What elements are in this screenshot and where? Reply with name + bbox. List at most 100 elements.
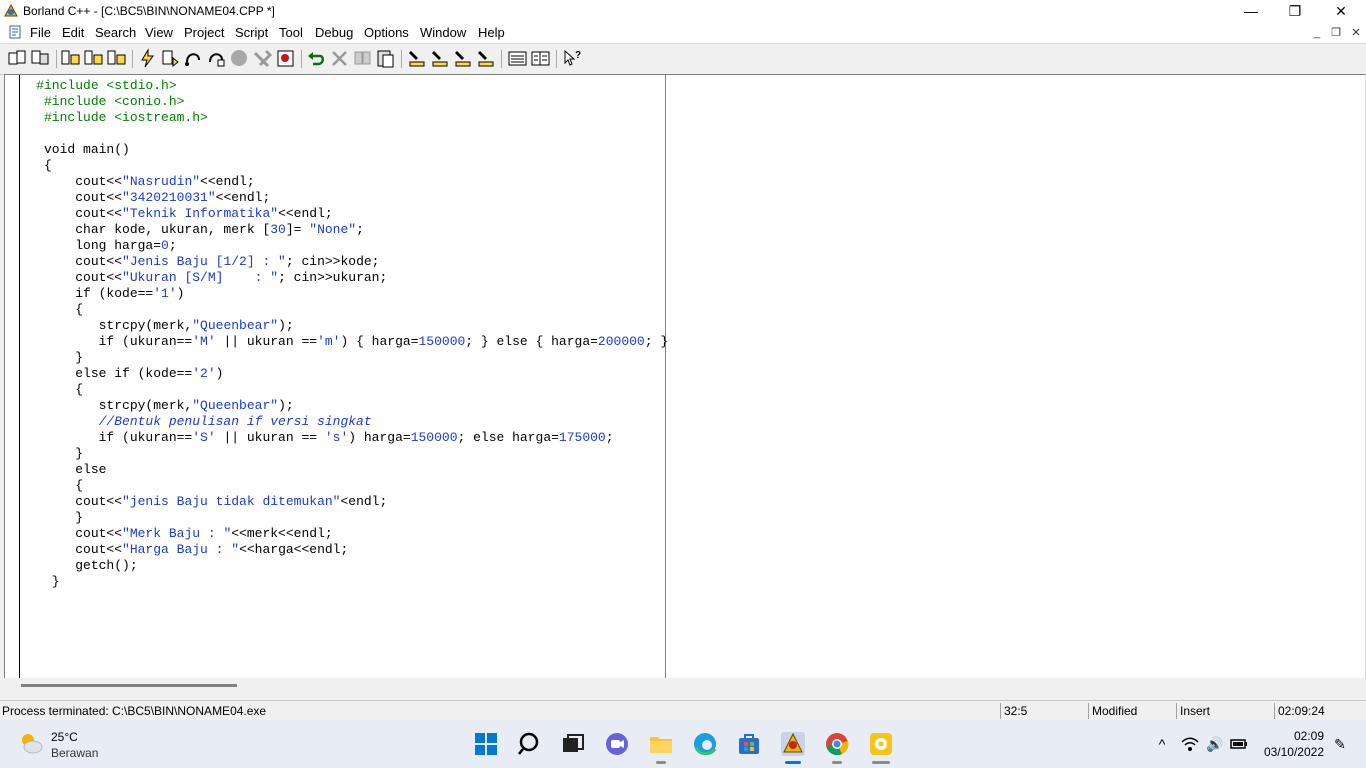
code-line[interactable]: } <box>5 350 668 366</box>
mdi-minimize-button[interactable]: _ <box>1310 26 1324 40</box>
code-line[interactable]: } <box>5 510 668 526</box>
menu-file[interactable]: File <box>30 25 51 40</box>
code-line[interactable]: strcpy(merk,"Queenbear"); <box>5 318 668 334</box>
menu-view[interactable]: View <box>145 25 173 40</box>
volume-icon[interactable]: 🔊 <box>1206 735 1224 753</box>
string-literal: "None" <box>309 222 357 237</box>
menu-options[interactable]: Options <box>364 25 409 40</box>
chrome-icon[interactable] <box>823 730 851 758</box>
tray-chevron-icon[interactable]: ^ <box>1153 735 1171 753</box>
scrollbar-thumb[interactable] <box>21 684 237 687</box>
toolbar-separator <box>501 50 502 68</box>
file-explorer-icon[interactable] <box>647 730 675 758</box>
edge-browser-icon[interactable] <box>691 730 719 758</box>
menu-debug[interactable]: Debug <box>315 25 353 40</box>
code-line[interactable]: cout<<"Teknik Informatika"<<endl; <box>5 206 668 222</box>
step-into-icon[interactable] <box>160 48 181 69</box>
code-line[interactable]: cout<<"Ukuran [S/M] : "; cin>>ukuran; <box>5 270 668 286</box>
borland-app-icon[interactable] <box>3 3 19 19</box>
code-line[interactable]: } <box>5 446 668 462</box>
build-icon[interactable] <box>60 48 81 69</box>
code-line[interactable]: { <box>5 158 668 174</box>
search-icon[interactable] <box>516 730 544 758</box>
borland-taskbar-icon[interactable] <box>779 730 807 758</box>
horizontal-scrollbar[interactable] <box>4 678 1364 700</box>
save-project-icon[interactable] <box>30 48 51 69</box>
step-over-icon[interactable] <box>183 48 204 69</box>
code-line[interactable]: if (kode=='1') <box>5 286 668 302</box>
media-player-icon[interactable] <box>867 730 895 758</box>
task-view-icon[interactable] <box>559 730 587 758</box>
compile-icon[interactable] <box>106 48 127 69</box>
battery-icon[interactable] <box>1230 735 1248 753</box>
code-line[interactable]: cout<<"Merk Baju : "<<merk<<endl; <box>5 526 668 542</box>
code-line[interactable]: char kode, ukuran, merk [30]= "None"; <box>5 222 668 238</box>
code-line[interactable]: //Bentuk penulisan if versi singkat <box>5 414 668 430</box>
maximize-button[interactable]: ❐ <box>1272 0 1318 22</box>
menu-edit[interactable]: Edit <box>62 25 84 40</box>
status-modified: Modified <box>1088 703 1176 719</box>
message-window-icon[interactable] <box>507 48 528 69</box>
code-line[interactable]: cout<<"Nasrudin"<<endl; <box>5 174 668 190</box>
code-line[interactable]: strcpy(merk,"Queenbear"); <box>5 398 668 414</box>
context-help-icon[interactable]: ? <box>561 48 582 69</box>
undo-icon[interactable] <box>306 48 327 69</box>
code-text: ) harga= <box>348 430 411 445</box>
weather-description[interactable]: Berawan <box>51 746 98 760</box>
search-again-icon[interactable] <box>452 48 473 69</box>
code-line[interactable]: long harga=0; <box>5 238 668 254</box>
make-icon[interactable] <box>83 48 104 69</box>
string-literal: "Jenis Baju [1/2] : " <box>122 254 286 269</box>
notification-pen-icon[interactable]: ✎ <box>1331 735 1349 753</box>
code-line[interactable]: { <box>5 478 668 494</box>
code-line[interactable]: { <box>5 382 668 398</box>
code-line[interactable]: else if (kode=='2') <box>5 366 668 382</box>
clock-date[interactable]: 03/10/2022 <box>1262 745 1324 759</box>
clock-time[interactable]: 02:09 <box>1262 729 1324 743</box>
code-line[interactable]: #include <iostream.h> <box>5 110 668 126</box>
code-line[interactable]: #include <stdio.h> <box>5 78 668 94</box>
weather-temperature[interactable]: 25°C <box>51 730 78 744</box>
wifi-icon[interactable] <box>1181 735 1199 753</box>
menu-search[interactable]: Search <box>95 25 136 40</box>
run-icon[interactable] <box>137 48 158 69</box>
code-text: strcpy(merk, <box>5 398 193 413</box>
code-line[interactable]: } <box>5 574 668 590</box>
code-line[interactable]: cout<<"Harga Baju : "<<harga<<endl; <box>5 542 668 558</box>
document-icon[interactable] <box>8 24 24 40</box>
project-window-icon[interactable] <box>530 48 551 69</box>
code-line[interactable]: if (ukuran=='M' || ukuran =='m') { harga… <box>5 334 669 350</box>
breakpoint-icon[interactable] <box>275 48 296 69</box>
code-line[interactable] <box>5 126 668 142</box>
trace-icon[interactable] <box>206 48 227 69</box>
mdi-restore-button[interactable]: ❐ <box>1329 26 1343 40</box>
mdi-close-button[interactable]: ✕ <box>1349 26 1363 40</box>
menu-tool[interactable]: Tool <box>279 25 303 40</box>
code-line[interactable]: cout<<"Jenis Baju [1/2] : "; cin>>kode; <box>5 254 668 270</box>
open-project-icon[interactable] <box>7 48 28 69</box>
code-line[interactable]: void main() <box>5 142 668 158</box>
menu-help[interactable]: Help <box>478 25 505 40</box>
code-line[interactable]: cout<<"3420210031"<<endl; <box>5 190 668 206</box>
search-icon[interactable] <box>406 48 427 69</box>
browse-symbol-icon[interactable] <box>475 48 496 69</box>
paste-icon[interactable] <box>375 48 396 69</box>
minimize-button[interactable]: — <box>1228 0 1274 22</box>
code-line[interactable]: else <box>5 462 668 478</box>
microsoft-store-icon[interactable] <box>735 730 763 758</box>
code-line[interactable]: getch(); <box>5 558 668 574</box>
code-line[interactable]: cout<<"jenis Baju tidak ditemukan"<endl; <box>5 494 668 510</box>
close-button[interactable]: ✕ <box>1318 0 1364 22</box>
code-line[interactable]: { <box>5 302 668 318</box>
code-line[interactable]: #include <conio.h> <box>5 94 668 110</box>
windows-start-icon[interactable] <box>472 730 500 758</box>
code-line[interactable]: if (ukuran=='S' || ukuran == 's') harga=… <box>5 430 668 446</box>
replace-icon[interactable] <box>429 48 450 69</box>
weather-cloudy-icon[interactable] <box>18 730 44 756</box>
menu-window[interactable]: Window <box>420 25 466 40</box>
menu-project[interactable]: Project <box>184 25 224 40</box>
menu-script[interactable]: Script <box>235 25 268 40</box>
source-code[interactable]: #include <stdio.h> #include <conio.h> #i… <box>5 78 668 590</box>
code-editor[interactable]: #include <stdio.h> #include <conio.h> #i… <box>4 74 1366 679</box>
teams-chat-icon[interactable] <box>603 730 631 758</box>
